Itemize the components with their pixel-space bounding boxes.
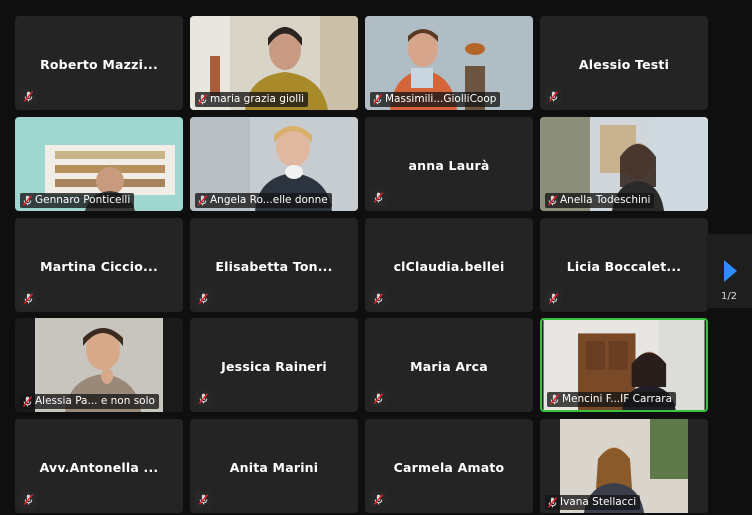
mic-muted-icon	[545, 495, 560, 510]
next-page-button[interactable]: 1/2	[706, 234, 752, 308]
participant-tile[interactable]: Maria Arca	[365, 318, 533, 412]
participant-name: Elisabetta Ton...	[215, 259, 333, 274]
participant-tile[interactable]: anna Laurà	[365, 117, 533, 211]
participant-tile[interactable]: Alessio Testi	[540, 16, 708, 110]
participant-name: Massimili...GiolliCoop	[385, 93, 497, 105]
mic-muted-icon	[547, 392, 562, 407]
participant-name: Anella Todeschini	[560, 194, 651, 206]
participant-name: Maria Arca	[410, 359, 488, 374]
mic-muted-icon	[20, 394, 35, 409]
participant-name-label: Angela Ro...elle donne	[195, 193, 332, 208]
mic-muted-icon	[545, 290, 562, 307]
mic-muted-icon	[195, 92, 210, 107]
participant-name-label: Alessia Pa... e non solo	[20, 394, 159, 409]
mic-muted-icon	[370, 290, 387, 307]
next-page-arrow-icon	[724, 260, 737, 282]
participant-name-label: Massimili...GiolliCoop	[370, 92, 501, 107]
participant-tile[interactable]: Roberto Mazzi...	[15, 16, 183, 110]
participant-tile[interactable]: clClaudia.bellei	[365, 218, 533, 312]
participant-name: Avv.Antonella ...	[39, 460, 159, 475]
participant-name: Carmela Amato	[393, 460, 505, 475]
participant-name: Anita Marini	[229, 460, 319, 475]
participant-name: Alessia Pa... e non solo	[35, 395, 155, 407]
participant-name-label: maria grazia giolli	[195, 92, 309, 107]
participant-name: Gennaro Ponticelli	[35, 194, 131, 206]
participant-name: maria grazia giolli	[210, 93, 305, 105]
participant-tile[interactable]: Licia Boccalet...	[540, 218, 708, 312]
participant-name-label: Anella Todeschini	[545, 193, 655, 208]
participant-name-label: Ivana Stellacci	[545, 495, 641, 510]
participant-tile[interactable]: Angela Ro...elle donne	[190, 117, 358, 211]
mic-muted-icon	[195, 390, 212, 407]
participant-tile[interactable]: Carmela Amato	[365, 419, 533, 513]
participant-tile[interactable]: Mencini F...IF Carrara	[540, 318, 708, 412]
mic-muted-icon	[370, 189, 387, 206]
participant-tile[interactable]: Martina Ciccio...	[15, 218, 183, 312]
mic-muted-icon	[370, 491, 387, 508]
participant-name: Alessio Testi	[578, 57, 670, 72]
participant-name: Angela Ro...elle donne	[210, 194, 328, 206]
participant-tile[interactable]: maria grazia giolli	[190, 16, 358, 110]
mic-muted-icon	[20, 290, 37, 307]
mic-muted-icon	[195, 290, 212, 307]
participant-name: clClaudia.bellei	[393, 259, 505, 274]
mic-muted-icon	[370, 390, 387, 407]
participant-name: Mencini F...IF Carrara	[562, 393, 673, 405]
mic-muted-icon	[20, 491, 37, 508]
page-indicator: 1/2	[720, 291, 738, 302]
participant-tile[interactable]: Elisabetta Ton...	[190, 218, 358, 312]
participant-name: Ivana Stellacci	[560, 496, 637, 508]
mic-muted-icon	[545, 193, 560, 208]
participant-tile[interactable]: Jessica Raineri	[190, 318, 358, 412]
mic-muted-icon	[20, 88, 37, 105]
mic-muted-icon	[545, 88, 562, 105]
mic-muted-icon	[370, 92, 385, 107]
participant-tile[interactable]: Massimili...GiolliCoop	[365, 16, 533, 110]
gallery-grid: Roberto Mazzi... maria grazia giolli Massi…	[0, 0, 752, 515]
participant-name: anna Laurà	[408, 158, 490, 173]
participant-tile[interactable]: Gennaro Ponticelli	[15, 117, 183, 211]
participant-tile[interactable]: Alessia Pa... e non solo	[15, 318, 183, 412]
participant-name-label: Mencini F...IF Carrara	[547, 392, 677, 407]
participant-tile[interactable]: Ivana Stellacci	[540, 419, 708, 513]
participant-name-label: Gennaro Ponticelli	[20, 193, 135, 208]
participant-tile[interactable]: Anella Todeschini	[540, 117, 708, 211]
participant-name: Licia Boccalet...	[566, 259, 682, 274]
mic-muted-icon	[195, 193, 210, 208]
mic-muted-icon	[195, 491, 212, 508]
participant-tile[interactable]: Anita Marini	[190, 419, 358, 513]
participant-name: Martina Ciccio...	[40, 259, 158, 274]
participant-name: Roberto Mazzi...	[40, 57, 158, 72]
participant-tile[interactable]: Avv.Antonella ...	[15, 419, 183, 513]
mic-muted-icon	[20, 193, 35, 208]
participant-name: Jessica Raineri	[221, 359, 327, 374]
